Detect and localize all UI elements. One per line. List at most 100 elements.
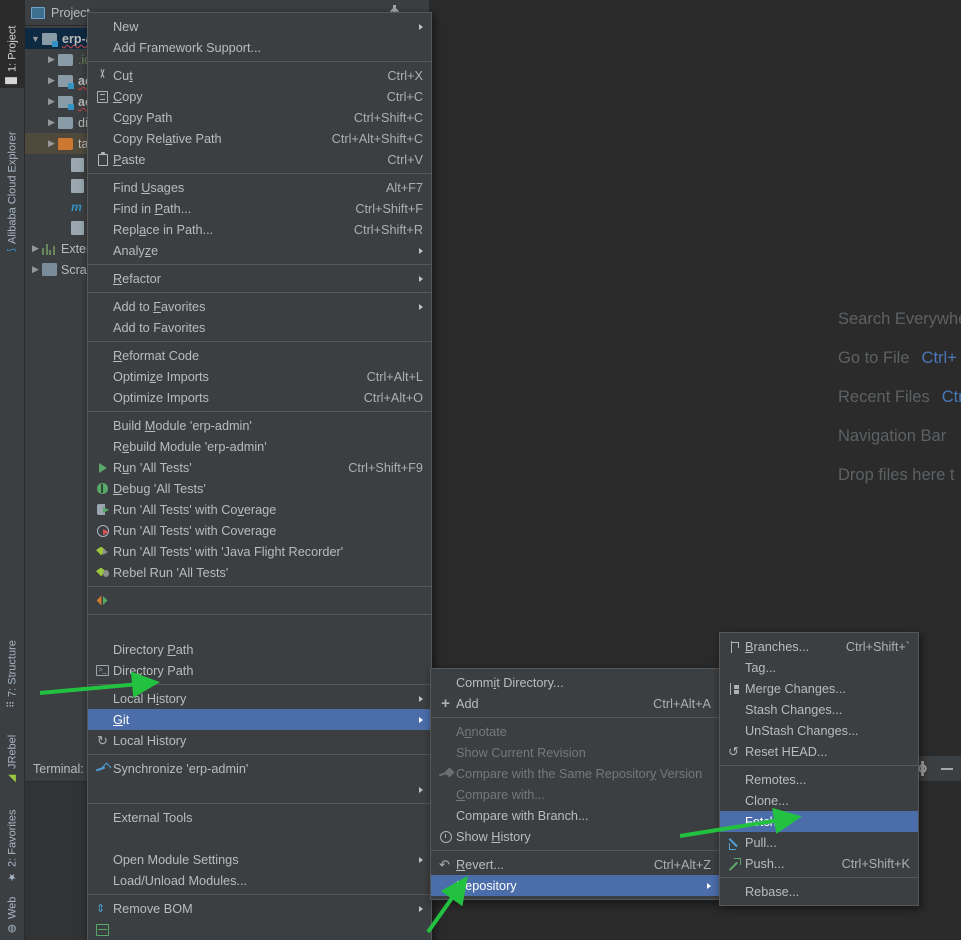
menu-item-label: Rebase... bbox=[745, 884, 800, 899]
menu-item-rebel-run[interactable]: Run 'All Tests' with 'Java Flight Record… bbox=[88, 541, 431, 562]
sidebar-item-alibaba-cloud-explorer[interactable]: ⟆ Alibaba Cloud Explorer bbox=[0, 96, 25, 256]
menu-item-copy-path[interactable]: Copy Path Ctrl+Shift+C bbox=[88, 107, 431, 128]
menu-item-branches[interactable]: Branches... Ctrl+Shift+` bbox=[720, 636, 918, 657]
menu-separator bbox=[88, 341, 431, 342]
menu-item-add[interactable]: + Add Ctrl+Alt+A bbox=[431, 693, 719, 714]
menu-item-optimize-imports[interactable]: Optimize Imports Ctrl+Alt+L bbox=[88, 366, 431, 387]
menu-item-push[interactable]: Push... Ctrl+Shift+K bbox=[720, 853, 918, 874]
repository-submenu[interactable]: Branches... Ctrl+Shift+` Tag... Merge Ch… bbox=[719, 632, 919, 906]
menu-item-label: Reset HEAD... bbox=[745, 744, 828, 759]
menu-item-rebase[interactable]: Rebase... bbox=[720, 881, 918, 902]
menu-item-git[interactable]: Git bbox=[88, 709, 431, 730]
menu-item-run-with-coverage[interactable]: Run 'All Tests' with Coverage bbox=[88, 499, 431, 520]
menu-item-mark-directory-as[interactable]: Open Module Settings bbox=[88, 849, 431, 870]
menu-item-show-current-revision: Show Current Revision bbox=[431, 742, 719, 763]
menu-item-show-image-thumbnails[interactable]: Add to Favorites bbox=[88, 317, 431, 338]
menu-item-diagrams[interactable]: ⇕ Remove BOM bbox=[88, 898, 431, 919]
menu-item-shortcut: Ctrl+Shift+K bbox=[841, 856, 910, 871]
sidebar-item-label: Alibaba Cloud Explorer bbox=[6, 131, 19, 245]
menu-item-label: Cut bbox=[113, 68, 133, 83]
menu-item-debug-all-tests[interactable]: Debug 'All Tests' bbox=[88, 478, 431, 499]
menu-item-show-history[interactable]: Show History bbox=[431, 826, 719, 847]
menu-item-add-framework-support[interactable]: Add Framework Support... bbox=[88, 37, 431, 58]
sidebar-item-label: 7: Structure bbox=[6, 639, 19, 697]
panel-title: Project bbox=[51, 5, 90, 20]
menu-item-cut[interactable]: Cut Ctrl+X bbox=[88, 65, 431, 86]
sidebar-item-jrebel[interactable]: ◣ JRebel bbox=[0, 718, 25, 788]
menu-item-label: Add bbox=[456, 696, 479, 711]
menu-item-run-with-flight-recorder[interactable]: Run 'All Tests' with Coverage bbox=[88, 520, 431, 541]
twisty-collapsed-icon[interactable]: ▶ bbox=[29, 264, 42, 275]
twisty-collapsed-icon[interactable]: ▶ bbox=[45, 96, 58, 107]
sidebar-item-project[interactable]: ▉ 1: Project bbox=[0, 0, 25, 88]
menu-item-repository[interactable]: Repository bbox=[431, 875, 719, 896]
menu-item-external-tools[interactable] bbox=[88, 779, 431, 800]
git-submenu[interactable]: Commit Directory... + Add Ctrl+Alt+A Ann… bbox=[430, 668, 720, 900]
menu-item-remove-module[interactable]: Optimize Imports Ctrl+Alt+O bbox=[88, 387, 431, 408]
menu-item-show-in-explorer[interactable] bbox=[88, 618, 431, 639]
menu-item-shortcut: Ctrl+Shift+F bbox=[355, 201, 423, 216]
menu-item-label: Show History bbox=[456, 829, 531, 844]
menu-item-new[interactable]: New bbox=[88, 16, 431, 37]
menu-item-reset-head[interactable]: ↺ Reset HEAD... bbox=[720, 741, 918, 762]
twisty-expanded-icon[interactable]: ▼ bbox=[29, 34, 42, 44]
menu-item-run-all-tests[interactable]: Run 'All Tests' Ctrl+Shift+F9 bbox=[88, 457, 431, 478]
menu-item-remove-bom[interactable]: Load/Unload Modules... bbox=[88, 870, 431, 891]
menu-item-analyze[interactable]: Analyze bbox=[88, 240, 431, 261]
star-icon: ★ bbox=[6, 871, 18, 882]
menu-item-open-in-terminal[interactable]: >_ Directory Path bbox=[88, 660, 431, 681]
menu-item-load-unload-modules[interactable] bbox=[88, 828, 431, 849]
run-icon bbox=[98, 462, 107, 473]
menu-item-clone[interactable]: Clone... bbox=[720, 790, 918, 811]
menu-item-rebuild-module[interactable]: Rebuild Module 'erp-admin' bbox=[88, 436, 431, 457]
menu-item-remotes[interactable]: Remotes... bbox=[720, 769, 918, 790]
sidebar-item-web[interactable]: ◍ Web bbox=[0, 890, 25, 938]
menu-item-reformat-code[interactable]: Reformat Code bbox=[88, 345, 431, 366]
menu-item-tag[interactable]: Tag... bbox=[720, 657, 918, 678]
project-context-menu[interactable]: New Add Framework Support... Cut Ctrl+X … bbox=[87, 12, 432, 940]
menu-item-compare-with[interactable]: Synchronize 'erp-admin' bbox=[88, 758, 431, 779]
tree-row-label: Scrat bbox=[61, 262, 91, 277]
menu-item-synchronize[interactable]: ↻ Local History bbox=[88, 730, 431, 751]
twisty-collapsed-icon[interactable]: ▶ bbox=[45, 54, 58, 65]
menu-item-replace-in-path[interactable]: Replace in Path... Ctrl+Shift+R bbox=[88, 219, 431, 240]
menu-item-stash-changes[interactable]: Stash Changes... bbox=[720, 699, 918, 720]
menu-item-merge-changes[interactable]: Merge Changes... bbox=[720, 678, 918, 699]
sidebar-item-structure[interactable]: ⠿ 7: Structure bbox=[0, 620, 25, 712]
menu-item-rebel-debug[interactable]: Rebel Run 'All Tests' bbox=[88, 562, 431, 583]
watermark-label: Go to File bbox=[838, 349, 910, 367]
coverage-icon bbox=[96, 503, 109, 516]
menu-item-fetch[interactable]: Fetch bbox=[720, 811, 918, 832]
menu-item-find-in-path[interactable]: Find in Path... Ctrl+Shift+F bbox=[88, 198, 431, 219]
menu-item-add-to-favorites[interactable]: Add to Favorites bbox=[88, 296, 431, 317]
menu-item-refactor[interactable]: Refactor bbox=[88, 268, 431, 289]
twisty-collapsed-icon[interactable]: ▶ bbox=[45, 75, 58, 86]
sidebar-item-favorites[interactable]: ★ 2: Favorites bbox=[0, 792, 25, 886]
menu-item-create-all-tests[interactable] bbox=[88, 590, 431, 611]
menu-item-copy-relative-path[interactable]: Copy Relative Path Ctrl+Alt+Shift+C bbox=[88, 128, 431, 149]
menu-item-find-usages[interactable]: Find Usages Alt+F7 bbox=[88, 177, 431, 198]
minimize-icon[interactable] bbox=[941, 767, 953, 770]
menu-item-label: Show Current Revision bbox=[456, 745, 586, 760]
menu-item-paste[interactable]: Paste Ctrl+V bbox=[88, 149, 431, 170]
twisty-collapsed-icon[interactable]: ▶ bbox=[45, 138, 58, 149]
menu-item-compare-with-branch[interactable]: Compare with Branch... bbox=[431, 805, 719, 826]
reset-icon: ↺ bbox=[728, 743, 739, 759]
menu-item-build-module[interactable]: Build Module 'erp-admin' bbox=[88, 415, 431, 436]
menu-item-unstash-changes[interactable]: UnStash Changes... bbox=[720, 720, 918, 741]
twisty-collapsed-icon[interactable]: ▶ bbox=[29, 243, 42, 254]
menu-item-revert[interactable]: ↶ Revert... Ctrl+Alt+Z bbox=[431, 854, 719, 875]
menu-item-directory-path[interactable]: Directory Path bbox=[88, 639, 431, 660]
editor-watermark: Search Everywhere Go to File Ctrl+ Recen… bbox=[430, 300, 961, 495]
maven-pom-icon: m bbox=[71, 199, 82, 214]
menu-item-code-scan[interactable] bbox=[88, 919, 431, 940]
menu-item-local-history[interactable]: Local History bbox=[88, 688, 431, 709]
twisty-collapsed-icon[interactable]: ▶ bbox=[45, 117, 58, 128]
menu-separator bbox=[720, 877, 918, 878]
menu-item-open-module-settings[interactable]: External Tools bbox=[88, 807, 431, 828]
menu-item-commit-directory[interactable]: Commit Directory... bbox=[431, 672, 719, 693]
menu-item-copy[interactable]: Copy Ctrl+C bbox=[88, 86, 431, 107]
scratches-icon bbox=[42, 263, 57, 276]
menu-item-pull[interactable]: Pull... bbox=[720, 832, 918, 853]
menu-item-shortcut: Ctrl+Alt+O bbox=[363, 390, 423, 405]
